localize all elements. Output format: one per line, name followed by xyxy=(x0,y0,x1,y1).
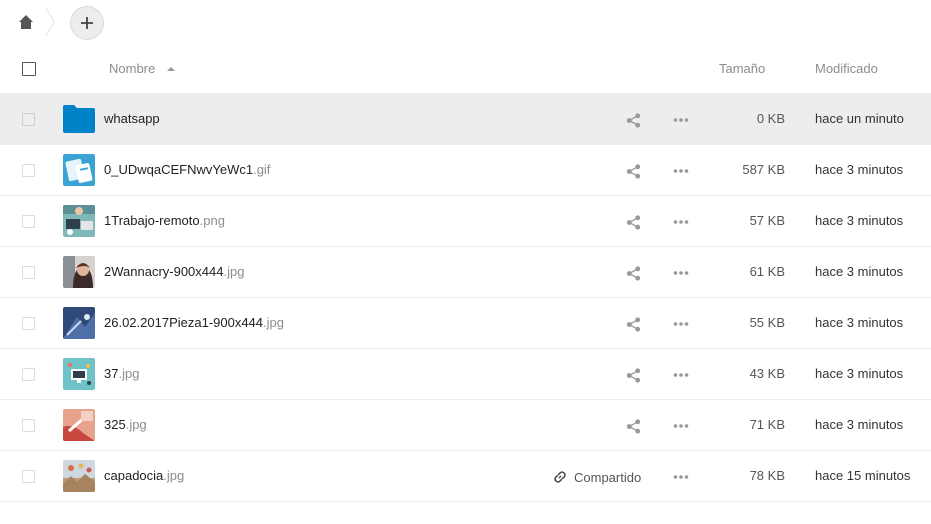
link-icon xyxy=(554,471,566,483)
table-row[interactable]: 0_UDwqaCEFNwvYeWc1.gif 587 KB hace 3 min… xyxy=(0,145,931,196)
home-icon[interactable] xyxy=(18,14,34,30)
file-name[interactable]: whatsapp xyxy=(104,111,160,126)
row-checkbox[interactable] xyxy=(22,419,35,432)
more-options-icon[interactable] xyxy=(673,269,689,277)
shared-indicator[interactable]: Compartido xyxy=(553,468,641,486)
folder-icon xyxy=(63,105,95,133)
table-row[interactable]: 26.02.2017Pieza1-900x444.jpg 55 KB hace … xyxy=(0,298,931,349)
plus-icon xyxy=(81,17,93,29)
table-row[interactable]: capadocia.jpg Compartido 78 KB hace 15 m… xyxy=(0,451,931,502)
breadcrumb xyxy=(0,0,931,44)
file-size: 71 KB xyxy=(749,417,785,432)
row-checkbox[interactable] xyxy=(22,368,35,381)
share-icon[interactable] xyxy=(626,215,641,230)
share-icon[interactable] xyxy=(626,368,641,383)
more-options-icon[interactable] xyxy=(673,473,689,481)
share-icon[interactable] xyxy=(626,317,641,332)
file-modified: hace un minuto xyxy=(815,111,904,126)
add-button[interactable] xyxy=(70,6,104,40)
column-header-modified[interactable]: Modificado xyxy=(815,61,878,76)
file-modified: hace 3 minutos xyxy=(815,315,904,330)
table-row[interactable]: 325.jpg 71 KB hace 3 minutos xyxy=(0,400,931,451)
table-row[interactable]: 37.jpg 43 KB hace 3 minutos xyxy=(0,349,931,400)
file-thumbnail xyxy=(63,205,95,237)
file-name[interactable]: 1Trabajo-remoto.png xyxy=(104,213,225,228)
share-icon[interactable] xyxy=(626,419,641,434)
more-options-icon[interactable] xyxy=(673,116,689,124)
row-checkbox[interactable] xyxy=(22,317,35,330)
file-thumbnail xyxy=(63,409,95,441)
breadcrumb-separator xyxy=(45,8,55,36)
column-header-size[interactable]: Tamaño xyxy=(719,61,765,76)
file-size: 57 KB xyxy=(749,213,785,228)
file-size: 61 KB xyxy=(749,264,785,279)
column-header-name[interactable]: Nombre xyxy=(109,61,155,76)
file-modified: hace 3 minutos xyxy=(815,264,904,279)
share-icon[interactable] xyxy=(626,266,641,281)
file-size: 55 KB xyxy=(749,315,785,330)
file-modified: hace 3 minutos xyxy=(815,213,904,228)
file-thumbnail xyxy=(63,358,95,390)
file-size: 0 KB xyxy=(756,111,785,126)
file-name[interactable]: 37.jpg xyxy=(104,366,139,381)
more-options-icon[interactable] xyxy=(673,371,689,379)
row-checkbox[interactable] xyxy=(22,113,35,126)
file-modified: hace 3 minutos xyxy=(815,162,904,177)
file-list-header: Nombre Tamaño Modificado xyxy=(0,44,931,94)
file-name[interactable]: capadocia.jpg xyxy=(104,468,184,483)
file-name[interactable]: 325.jpg xyxy=(104,417,147,432)
file-size: 587 KB xyxy=(742,162,785,177)
share-icon[interactable] xyxy=(626,164,641,179)
shared-label: Compartido xyxy=(574,469,642,485)
row-checkbox[interactable] xyxy=(22,164,35,177)
file-thumbnail xyxy=(63,154,95,186)
sort-ascending-icon[interactable] xyxy=(166,65,176,73)
select-all-checkbox[interactable] xyxy=(22,62,36,76)
table-row[interactable]: whatsapp 0 KB hace un minuto xyxy=(0,94,931,145)
file-size: 43 KB xyxy=(749,366,785,381)
table-row[interactable]: 2Wannacry-900x444.jpg 61 KB hace 3 minut… xyxy=(0,247,931,298)
file-name[interactable]: 0_UDwqaCEFNwvYeWc1.gif xyxy=(104,162,270,177)
file-thumbnail xyxy=(63,460,95,492)
row-checkbox[interactable] xyxy=(22,470,35,483)
file-thumbnail xyxy=(63,256,95,288)
share-icon[interactable] xyxy=(626,113,641,128)
file-modified: hace 3 minutos xyxy=(815,366,904,381)
file-size: 78 KB xyxy=(749,468,785,483)
more-options-icon[interactable] xyxy=(673,167,689,175)
row-checkbox[interactable] xyxy=(22,215,35,228)
file-name[interactable]: 2Wannacry-900x444.jpg xyxy=(104,264,244,279)
more-options-icon[interactable] xyxy=(673,218,689,226)
file-modified: hace 15 minutos xyxy=(815,468,911,483)
row-checkbox[interactable] xyxy=(22,266,35,279)
table-row[interactable]: 1Trabajo-remoto.png 57 KB hace 3 minutos xyxy=(0,196,931,247)
file-thumbnail xyxy=(63,307,95,339)
more-options-icon[interactable] xyxy=(673,422,689,430)
more-options-icon[interactable] xyxy=(673,320,689,328)
file-name[interactable]: 26.02.2017Pieza1-900x444.jpg xyxy=(104,315,284,330)
file-modified: hace 3 minutos xyxy=(815,417,904,432)
